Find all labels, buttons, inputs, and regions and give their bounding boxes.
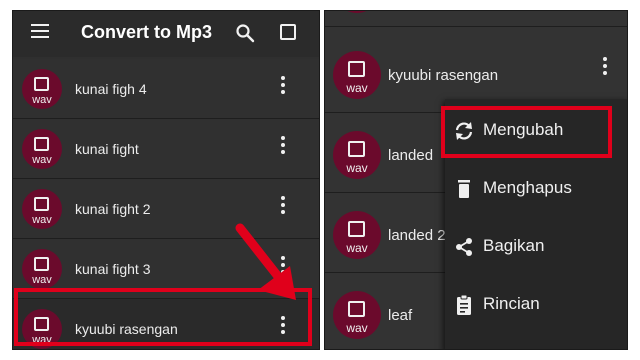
wav-file-icon — [333, 11, 381, 13]
list-item[interactable]: wav kunai figh 4 — [13, 59, 319, 119]
list-item[interactable]: wav kunai fight — [13, 119, 319, 179]
wav-file-icon: wav — [22, 189, 62, 229]
menu-item-rincian[interactable]: Rincian — [445, 277, 627, 335]
file-name: kunai fight — [75, 141, 139, 157]
share-icon — [456, 238, 472, 256]
more-vert-icon[interactable] — [280, 196, 286, 216]
more-vert-icon[interactable] — [602, 57, 608, 77]
wav-file-icon: wav — [333, 131, 381, 179]
wav-file-icon: wav — [333, 211, 381, 259]
file-name: leaf — [388, 307, 413, 324]
trash-icon — [458, 180, 470, 198]
file-name: kunai figh 4 — [75, 81, 147, 97]
more-vert-icon[interactable] — [280, 136, 286, 156]
file-name: landed 2 — [388, 227, 446, 244]
menu-item-bagikan[interactable]: Bagikan — [445, 219, 627, 277]
tutorial-screenshot: Convert to Mp3 wav kunai figh 4 wav kuna… — [0, 0, 640, 360]
wav-file-icon: wav — [333, 291, 381, 339]
wav-file-icon: wav — [22, 129, 62, 169]
app-title: Convert to Mp3 — [81, 22, 213, 42]
square-icon[interactable] — [280, 24, 296, 40]
clipboard-icon — [457, 294, 471, 315]
red-arrow-icon — [235, 223, 296, 300]
file-name: kunai fight 3 — [75, 261, 151, 277]
search-icon[interactable] — [235, 23, 255, 43]
menu-item-menghapus[interactable]: Menghapus — [445, 161, 627, 219]
file-name: kyuubi rasengan — [388, 67, 499, 84]
wav-file-icon: wav — [22, 69, 62, 109]
file-name: landed — [388, 147, 434, 164]
more-vert-icon[interactable] — [280, 76, 286, 96]
wav-file-icon: wav — [333, 51, 381, 99]
file-name: kunai fight 2 — [75, 201, 151, 217]
right-screen: wav kyuubi rasengan wav landed wav lande… — [324, 10, 628, 350]
app-bar: Convert to Mp3 — [13, 11, 319, 57]
highlight-box — [441, 106, 612, 158]
list-item[interactable] — [325, 11, 627, 27]
wav-file-icon: wav — [22, 249, 62, 289]
hamburger-icon[interactable] — [31, 24, 49, 38]
